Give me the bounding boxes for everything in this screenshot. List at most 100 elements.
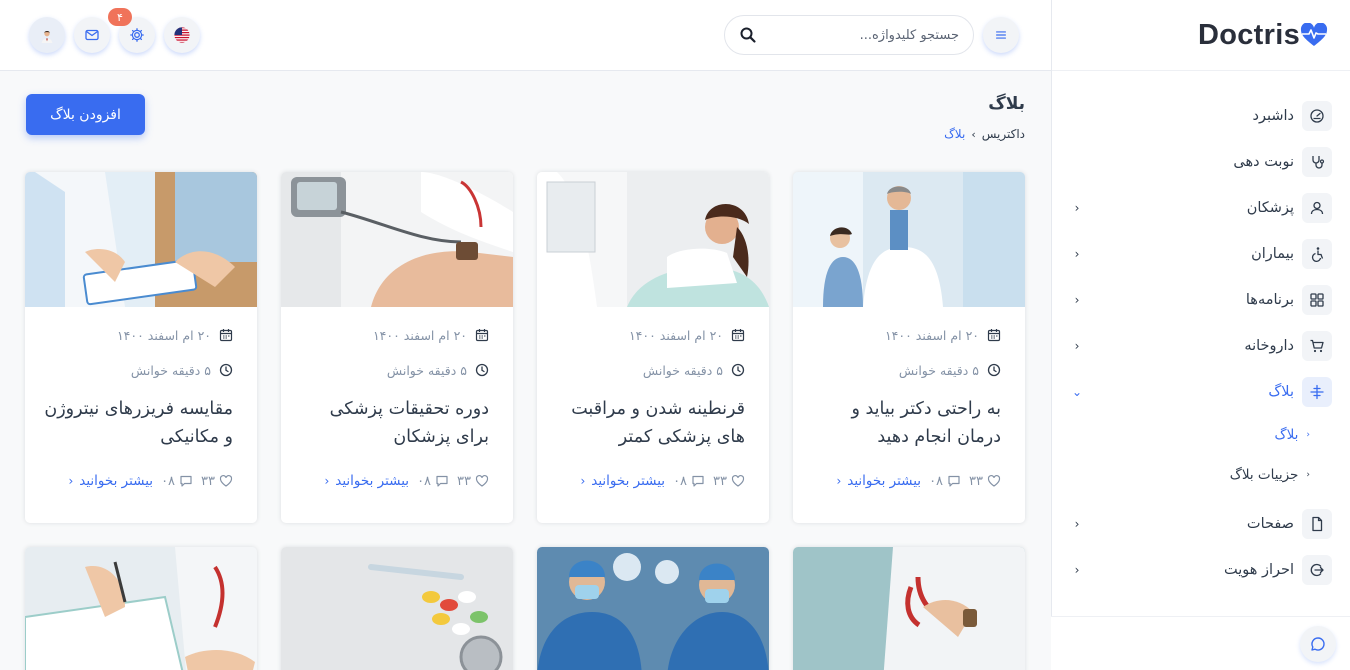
- breadcrumb-home[interactable]: داکتریس: [982, 127, 1025, 141]
- calendar-icon: [219, 329, 233, 342]
- apps-grid-icon: [1310, 293, 1324, 307]
- post-date: ۲۰ ام اسفند ۱۴۰۰: [628, 327, 723, 343]
- sidebar-item-appointments[interactable]: نوبت دهی: [1052, 139, 1350, 185]
- sidebar-item-pages[interactable]: صفحات ‹: [1052, 501, 1350, 547]
- blog-card: ۲۰ ام اسفند ۱۴۰۰ ۵ دقیقه خوانش دوره تحقی…: [281, 172, 513, 523]
- post-title[interactable]: قرنطینه شدن و مراقبت های پزشکی کمتر: [555, 395, 745, 451]
- page-header: بلاگ داکتریس › بلاگ افزودن بلاگ: [26, 71, 1025, 172]
- submenu-item-label: جزییات بلاگ: [1229, 467, 1299, 483]
- chevron-left-icon: ‹: [1074, 339, 1080, 353]
- chat-button[interactable]: [1300, 626, 1336, 662]
- search-box: [724, 15, 974, 55]
- avatar[interactable]: [29, 17, 65, 53]
- sidebar-item-pharmacy[interactable]: داروخانه ‹: [1052, 323, 1350, 369]
- comment-icon: [180, 475, 192, 487]
- like-count[interactable]: ۳۳: [457, 474, 489, 489]
- heart-icon: [475, 474, 489, 487]
- like-count[interactable]: ۳۳: [201, 474, 233, 489]
- read-time: ۵ دقیقه خوانش: [386, 362, 467, 378]
- menu-toggle-button[interactable]: [983, 17, 1019, 53]
- comment-count[interactable]: ۰۸: [161, 474, 193, 489]
- comment-count[interactable]: ۰۸: [673, 474, 705, 489]
- wheelchair-icon: [1311, 247, 1324, 262]
- gear-icon: [130, 28, 144, 42]
- bullet-icon: ‹: [1306, 470, 1310, 480]
- medical-form-image: [25, 547, 257, 670]
- mail-icon: [85, 29, 99, 41]
- blog-card: [25, 547, 257, 670]
- sidebar-item-blog[interactable]: بلاگ ⌄: [1052, 369, 1350, 415]
- read-more-link[interactable]: بیشتر بخوانید ‹: [580, 473, 665, 489]
- like-count[interactable]: ۳۳: [713, 474, 745, 489]
- blog-image[interactable]: [793, 547, 1025, 670]
- sidebar-item-label: پزشکان: [1246, 200, 1294, 216]
- chevron-left-icon: ‹: [68, 474, 74, 488]
- chat-icon: [1311, 637, 1325, 651]
- post-date: ۲۰ ام اسفند ۱۴۰۰: [372, 327, 467, 343]
- sidebar-item-label: داروخانه: [1244, 338, 1294, 354]
- blog-image[interactable]: [537, 172, 769, 307]
- chevron-left-icon: ‹: [1074, 563, 1080, 577]
- search-icon[interactable]: [739, 26, 757, 44]
- sidebar-footer: [1051, 616, 1350, 670]
- blog-image[interactable]: [281, 172, 513, 307]
- submenu-item-blog-detail[interactable]: ‹ جزییات بلاگ: [1052, 455, 1310, 495]
- heart-icon: [219, 474, 233, 487]
- doctor-writing-image: [25, 172, 257, 307]
- blog-image[interactable]: [793, 172, 1025, 307]
- cart-icon: [1310, 339, 1324, 353]
- sidebar-item-dashboard[interactable]: داشبرد: [1052, 93, 1350, 139]
- add-blog-button[interactable]: افزودن بلاگ: [26, 94, 145, 135]
- chevron-left-icon: ‹: [1074, 247, 1080, 261]
- sidebar-item-label: برنامه‌ها: [1245, 292, 1294, 308]
- sidebar-item-label: احراز هویت: [1223, 562, 1294, 578]
- submenu-item-blog[interactable]: ‹ بلاگ: [1052, 415, 1310, 455]
- blog-image[interactable]: [25, 547, 257, 670]
- read-more-link[interactable]: بیشتر بخوانید ‹: [836, 473, 921, 489]
- like-count[interactable]: ۳۳: [969, 474, 1001, 489]
- read-more-link[interactable]: بیشتر بخوانید ‹: [324, 473, 409, 489]
- sidebar-item-doctors[interactable]: پزشکان ‹: [1052, 185, 1350, 231]
- messages-button[interactable]: ۴: [74, 8, 132, 53]
- heart-icon: [987, 474, 1001, 487]
- brand-name: Doctris: [1197, 18, 1300, 51]
- chevron-left-icon: ‹: [580, 474, 586, 488]
- read-more-link[interactable]: بیشتر بخوانید ‹: [68, 473, 153, 489]
- calendar-icon: [731, 329, 745, 342]
- blog-card: [537, 547, 769, 670]
- sidebar-item-apps[interactable]: برنامه‌ها ‹: [1052, 277, 1350, 323]
- blog-card: [281, 547, 513, 670]
- pills-image: [281, 547, 513, 670]
- search-input[interactable]: [757, 27, 959, 43]
- brand-logo[interactable]: Doctris: [1052, 0, 1350, 71]
- post-title[interactable]: دوره تحقیقات پزشکی برای پزشکان: [299, 395, 489, 451]
- breadcrumb-current[interactable]: بلاگ: [944, 127, 965, 141]
- submenu-item-label: بلاگ: [1274, 427, 1299, 443]
- clock-icon: [731, 363, 745, 377]
- calendar-icon: [987, 329, 1001, 342]
- us-flag-icon: [174, 27, 190, 43]
- sidebar-item-auth[interactable]: احراز هویت ‹: [1052, 547, 1350, 593]
- top-bar: ۴: [0, 0, 1051, 71]
- language-button[interactable]: [164, 17, 200, 53]
- post-title[interactable]: به راحتی دکتر بیاید و درمان انجام دهید: [811, 395, 1001, 451]
- heart-icon: [731, 474, 745, 487]
- comment-count[interactable]: ۰۸: [417, 474, 449, 489]
- blog-image[interactable]: [25, 172, 257, 307]
- user-icon: [1310, 201, 1324, 215]
- calendar-icon: [475, 329, 489, 342]
- blog-image[interactable]: [281, 547, 513, 670]
- blog-image[interactable]: [537, 547, 769, 670]
- comment-icon: [436, 475, 448, 487]
- page-title: بلاگ: [988, 94, 1025, 114]
- file-icon: [1312, 516, 1323, 532]
- sidebar-item-patients[interactable]: بیماران ‹: [1052, 231, 1350, 277]
- hamburger-icon: [996, 31, 1006, 39]
- read-time: ۵ دقیقه خوانش: [130, 362, 211, 378]
- post-title[interactable]: مقایسه فریزرهای نیتروژن و مکانیکی: [43, 395, 233, 451]
- notification-badge: ۴: [108, 8, 132, 26]
- comment-count[interactable]: ۰۸: [929, 474, 961, 489]
- blog-card: [793, 547, 1025, 670]
- breadcrumb: داکتریس › بلاگ: [944, 127, 1025, 141]
- bullet-icon: ‹: [1306, 430, 1310, 440]
